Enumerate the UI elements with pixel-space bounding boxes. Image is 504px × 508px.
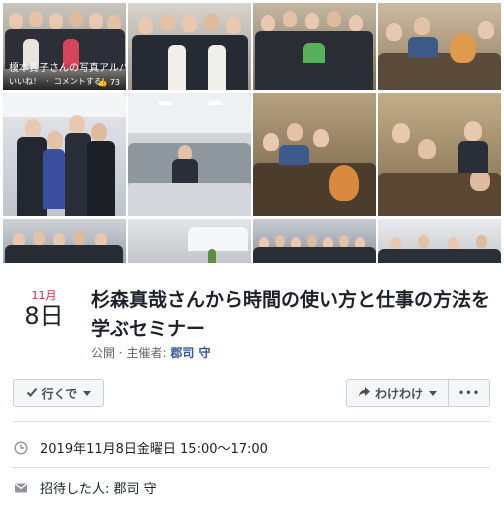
clock-icon xyxy=(14,440,28,455)
divider xyxy=(13,467,490,468)
event-photo[interactable] xyxy=(3,219,126,263)
event-photo[interactable] xyxy=(378,3,501,90)
comment-link[interactable]: コメントする xyxy=(54,77,102,86)
event-photo[interactable] xyxy=(378,219,501,263)
like-link[interactable]: いいね！ xyxy=(9,77,41,86)
chevron-down-icon xyxy=(83,390,92,396)
event-photo[interactable] xyxy=(128,3,251,90)
going-button[interactable]: 行くで xyxy=(13,379,104,407)
event-photo[interactable] xyxy=(378,93,501,216)
event-date-badge: 11月 8日 xyxy=(14,289,74,330)
divider xyxy=(13,421,490,422)
more-options-button[interactable]: ••• xyxy=(448,379,490,407)
album-actions: いいね！ · コメントする xyxy=(9,77,102,86)
event-meta: 公開 · 主催者: 郡司 守 xyxy=(91,344,211,361)
event-photo[interactable] xyxy=(253,219,376,263)
event-photo[interactable] xyxy=(253,93,376,216)
more-dots-icon: ••• xyxy=(457,387,481,399)
album-title[interactable]: 榎本貴子さんの写真アルバム xyxy=(9,59,126,74)
event-title[interactable]: 杉森真哉さんから時間の使い方と仕事の方法を学ぶセミナー xyxy=(91,286,491,344)
share-button-label: わけわけ xyxy=(374,386,423,401)
invited-by-row: 招待した人: 郡司 守 xyxy=(14,478,157,497)
share-arrow-icon xyxy=(358,386,371,401)
thumbs-up-icon: 👍 xyxy=(97,78,108,87)
share-button[interactable]: わけわけ xyxy=(346,379,449,407)
invited-by-text[interactable]: 招待した人: 郡司 守 xyxy=(40,478,157,497)
check-icon xyxy=(26,386,38,401)
event-photo[interactable] xyxy=(3,93,126,216)
event-photo[interactable] xyxy=(128,93,251,216)
event-photo[interactable] xyxy=(128,219,251,263)
like-count: 👍 73 xyxy=(97,78,120,87)
photo-grid: 榎本貴子さんの写真アルバム いいね！ · コメントする 👍 73 xyxy=(0,0,504,263)
event-month: 11月 xyxy=(31,289,57,302)
event-visibility-host-label: 公開 · 主催者: xyxy=(91,346,171,360)
envelope-icon xyxy=(14,481,28,495)
event-datetime-row: 2019年11月8日金曜日 15:00〜17:00 xyxy=(14,438,268,457)
event-photo[interactable] xyxy=(253,3,376,90)
going-button-label: 行くで xyxy=(41,386,78,401)
event-datetime[interactable]: 2019年11月8日金曜日 15:00〜17:00 xyxy=(40,438,268,457)
event-day: 8日 xyxy=(24,302,64,330)
chevron-down-icon xyxy=(429,390,437,396)
event-host-link[interactable]: 郡司 守 xyxy=(170,346,210,360)
album-cover-photo[interactable]: 榎本貴子さんの写真アルバム いいね！ · コメントする 👍 73 xyxy=(3,3,126,90)
